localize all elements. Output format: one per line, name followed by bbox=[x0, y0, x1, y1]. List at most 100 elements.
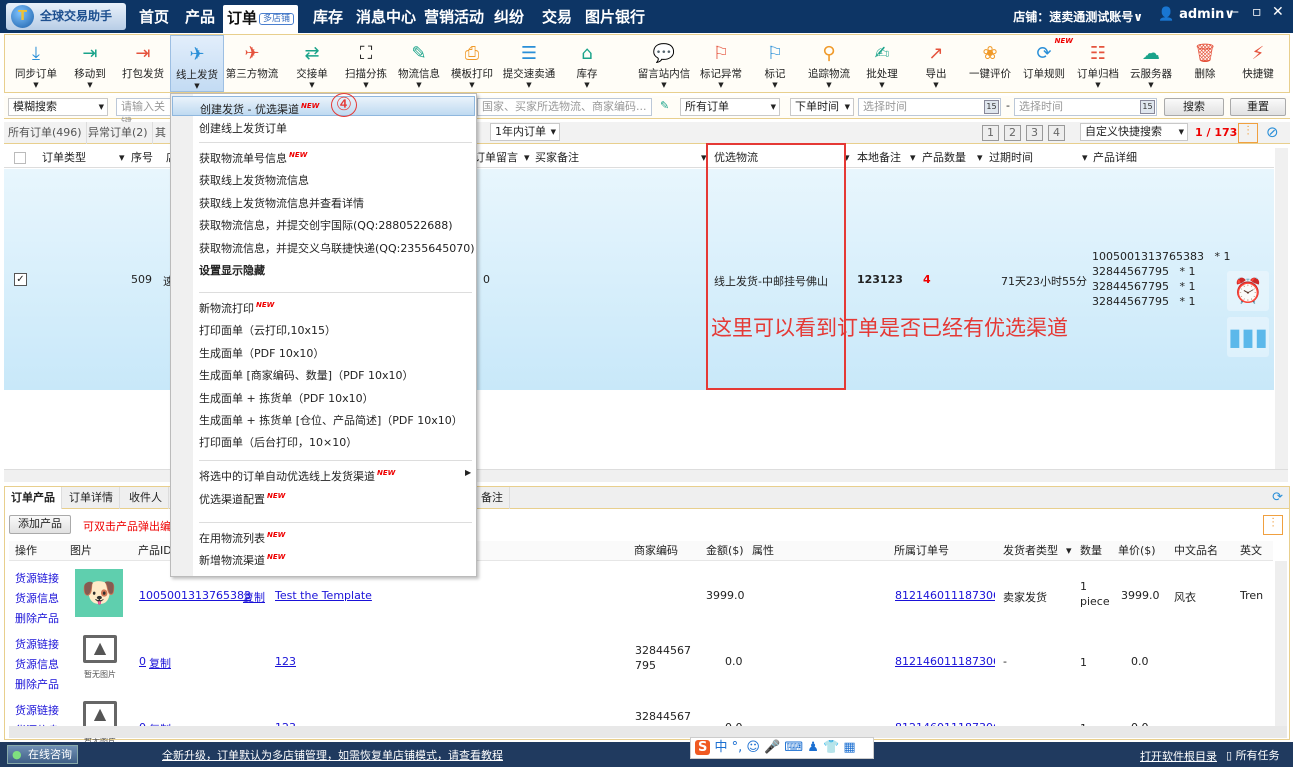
upgrade-notice-link[interactable]: 全新升级，订单默认为多店铺管理，如需恢复单店铺模式，请查看教程 bbox=[162, 747, 503, 763]
order-scope-select[interactable]: 所有订单 ▼ bbox=[680, 98, 780, 116]
tab-order-details[interactable]: 订单详情 bbox=[63, 487, 120, 509]
nav-disputes[interactable]: 纠纷 bbox=[494, 0, 524, 33]
toolbar-button-archive[interactable]: ☷ 订单归档 ▼ bbox=[1071, 35, 1125, 92]
menu-item[interactable]: 生成面单 [商家编码、数量]（PDF 10x10） bbox=[199, 367, 414, 383]
open-root-dir-link[interactable]: 打开软件根目录 bbox=[1140, 748, 1217, 764]
minimize-button[interactable]: – bbox=[1232, 4, 1239, 20]
shop-selector[interactable]: 店铺：速卖通测试账号∨ bbox=[1013, 8, 1143, 25]
restore-button[interactable]: ▫ bbox=[1252, 4, 1262, 20]
search-button[interactable]: 搜索 bbox=[1164, 98, 1224, 116]
sort-icon[interactable]: ▾ bbox=[524, 148, 530, 168]
toolbar-button-review[interactable]: ❀ 一键评价 bbox=[963, 35, 1017, 92]
dropdown-arrow-icon[interactable]: ▼ bbox=[63, 81, 117, 89]
nav-products[interactable]: 产品 bbox=[185, 0, 215, 33]
settings-sliders-icon[interactable]: ⫶ bbox=[1263, 515, 1283, 535]
toolbar-button-track[interactable]: ⚲ 追踪物流 ▼ bbox=[802, 35, 856, 92]
col-buyer-note[interactable]: 买家备注 bbox=[535, 148, 579, 168]
toolbar-button-handover[interactable]: ⇄ 交接单 ▼ bbox=[285, 35, 339, 92]
keyword-hint-input[interactable]: 国家、买家所选物流、商家编码... bbox=[477, 98, 652, 116]
tab-recipient[interactable]: 收件人 bbox=[123, 487, 169, 509]
calendar-icon[interactable]: 15 bbox=[984, 100, 999, 114]
dropdown-arrow-icon[interactable]: ▼ bbox=[909, 81, 963, 89]
products-vertical-scrollbar[interactable] bbox=[1275, 561, 1287, 726]
toolbar-button-lightning[interactable]: ⚡ 快捷键 bbox=[1231, 35, 1285, 92]
dropdown-arrow-icon[interactable]: ▼ bbox=[285, 81, 339, 89]
product-id-link[interactable]: 0 bbox=[139, 655, 146, 668]
toolbar-button-online-ship[interactable]: ✈ 线上发货 ▼ bbox=[170, 35, 224, 92]
product-id-link[interactable]: 1005001313765383 bbox=[139, 589, 251, 602]
dropdown-arrow-icon[interactable]: ▼ bbox=[694, 81, 748, 89]
col-order-type[interactable]: 订单类型 bbox=[42, 148, 86, 168]
menu-item[interactable]: 打印面单（后台打印，10×10） bbox=[199, 434, 357, 450]
settings-sliders-icon[interactable]: ⫶ bbox=[1238, 123, 1258, 143]
toolbar-button-rules[interactable]: ⟳ 订单规则 NEW bbox=[1017, 35, 1073, 92]
nav-marketing[interactable]: 营销活动 bbox=[424, 0, 484, 33]
sort-icon[interactable]: ▾ bbox=[977, 148, 983, 168]
source-link[interactable]: 货源链接 bbox=[15, 569, 59, 589]
order-number-link[interactable]: 812146011187306 bbox=[895, 589, 995, 602]
add-product-button[interactable]: 添加产品 bbox=[9, 515, 71, 534]
menu-item[interactable]: 新物流打印 NEW bbox=[199, 300, 274, 316]
dropdown-arrow-icon[interactable]: ▼ bbox=[1071, 81, 1125, 89]
dropdown-arrow-icon[interactable]: ▼ bbox=[802, 81, 856, 89]
sort-icon[interactable]: ▾ bbox=[119, 148, 125, 168]
source-link[interactable]: 货源链接 bbox=[15, 635, 59, 655]
select-all-checkbox[interactable] bbox=[14, 152, 26, 164]
alarm-clock-icon[interactable]: ⏰ bbox=[1227, 271, 1269, 311]
menu-item[interactable]: 获取线上发货物流信息 bbox=[199, 172, 309, 188]
copy-link[interactable]: 复制 bbox=[149, 655, 171, 671]
menu-item[interactable]: 创建线上发货订单 bbox=[199, 120, 287, 136]
menu-item[interactable]: 在用物流列表 NEW bbox=[199, 530, 285, 546]
copy-link[interactable]: 复制 bbox=[243, 589, 265, 605]
toolbar-button-scan[interactable]: ⛶ 扫描分拣 ▼ bbox=[339, 35, 393, 92]
toolbar-button-document-check[interactable]: ☰ 提交速卖通 ▼ bbox=[502, 35, 556, 92]
menu-item[interactable]: 生成面单 + 拣货单 [仓位、产品简述]（PDF 10x10） bbox=[199, 412, 463, 428]
time-type-select[interactable]: 下单时间 ▼ bbox=[790, 98, 854, 116]
reset-button[interactable]: 重置 bbox=[1230, 98, 1286, 116]
sort-icon[interactable]: ▾ bbox=[1082, 148, 1088, 168]
toolbar-button-download[interactable]: ⤓ 同步订单 ▼ bbox=[9, 35, 63, 92]
toolbar-button-package-ship[interactable]: ⇥ 打包发货 bbox=[116, 35, 170, 92]
page-1[interactable]: 1 bbox=[982, 125, 999, 141]
toolbar-button-flag-blue[interactable]: ⚐ 标记 ▼ bbox=[748, 35, 802, 92]
toolbar-button-message[interactable]: 💬 留言站内信 ▼ bbox=[637, 35, 691, 92]
sort-icon[interactable]: ▾ bbox=[910, 148, 916, 168]
toolbar-button-pen[interactable]: ✎ 物流信息 ▼ bbox=[392, 35, 446, 92]
keyword-input[interactable]: 请输入关键 bbox=[116, 98, 176, 129]
menu-item[interactable]: 打印面单（云打印,10x15） bbox=[199, 322, 336, 338]
quick-search-select[interactable]: 自定义快捷搜索 ▼ bbox=[1080, 123, 1188, 141]
col-no[interactable]: 序号 bbox=[131, 148, 153, 168]
product-thumbnail[interactable]: 🐶 bbox=[75, 569, 123, 617]
col-quantity[interactable]: 产品数量 bbox=[922, 148, 966, 168]
menu-item[interactable]: 生成面单（PDF 10x10） bbox=[199, 345, 324, 361]
toolbar-button-warehouse[interactable]: ⌂ 库存 ▼ bbox=[560, 35, 614, 92]
dropdown-arrow-icon[interactable]: ▼ bbox=[392, 81, 446, 89]
source-info-link[interactable]: 货源信息 bbox=[15, 589, 59, 609]
dropdown-arrow-icon[interactable]: ▼ bbox=[445, 81, 499, 89]
delete-product-link[interactable]: 删除产品 bbox=[15, 675, 59, 695]
page-2[interactable]: 2 bbox=[1004, 125, 1021, 141]
menu-item[interactable]: 获取线上发货物流信息并查看详情 bbox=[199, 195, 364, 211]
toolbar-button-third-party-logistics[interactable]: ✈ 第三方物流 bbox=[225, 35, 279, 92]
source-link[interactable]: 货源链接 bbox=[15, 701, 59, 721]
edit-icon[interactable]: ✎ bbox=[660, 99, 669, 112]
col-local-note[interactable]: 本地备注 bbox=[857, 148, 901, 168]
source-info-link[interactable]: 货源信息 bbox=[15, 655, 59, 675]
col-expire-time[interactable]: 过期时间 bbox=[989, 148, 1033, 168]
toolbar-button-trash[interactable]: 🗑 删除 bbox=[1178, 35, 1232, 92]
search-mode-select[interactable]: 模糊搜索 ▼ bbox=[8, 98, 108, 116]
menu-item[interactable]: 优选渠道配置 NEW bbox=[199, 491, 285, 507]
product-title-link[interactable]: 123 bbox=[275, 655, 296, 668]
start-date-input[interactable]: 选择时间 15 bbox=[858, 98, 1001, 116]
hide-icon[interactable]: ⊘ bbox=[1266, 123, 1279, 141]
toolbar-button-export[interactable]: ↗ 导出 ▼ bbox=[909, 35, 963, 92]
all-tasks-button[interactable]: ▯ 所有任务 bbox=[1226, 747, 1280, 763]
user-menu[interactable]: 👤 admin∨ bbox=[1158, 7, 1235, 22]
nav-messages[interactable]: 消息中心 bbox=[356, 0, 416, 33]
tab-order-products[interactable]: 订单产品 bbox=[5, 487, 62, 509]
dropdown-arrow-icon[interactable]: ▼ bbox=[1124, 81, 1178, 89]
bar-chart-icon[interactable]: ▮▮▮ bbox=[1227, 317, 1269, 357]
menu-item[interactable]: 新增物流渠道 NEW bbox=[199, 552, 285, 568]
toolbar-button-batch[interactable]: ✍ 批处理 ▼ bbox=[855, 35, 909, 92]
ime-toolbar[interactable]: S 中 °, ☺ 🎤 ⌨ ♟ 👕 ▦ bbox=[690, 737, 874, 759]
